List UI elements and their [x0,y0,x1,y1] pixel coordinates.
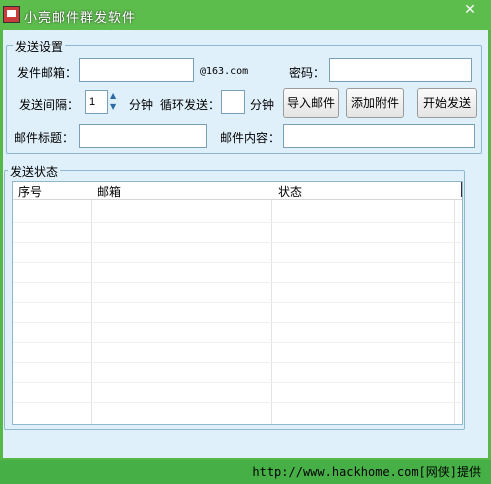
spin-down-icon[interactable]: ▼ [110,102,116,111]
column-header-status[interactable]: 状态 [278,183,302,200]
add-attachment-button[interactable]: 添加附件 [346,88,404,118]
send-settings-group: 发送设置 发件邮箱： @163.com 密码： 发送间隔： ▲ ▼ 分钟 循环发… [6,38,482,154]
app-icon [3,6,20,23]
footer-bar: http://www.hackhome.com[网侠]提供 [0,460,491,484]
table-row [13,262,462,263]
spin-up-icon[interactable]: ▲ [110,91,116,100]
loop-label: 循环发送： [160,98,221,112]
loop-input[interactable] [221,90,245,114]
content-input[interactable] [283,124,475,148]
column-header-index[interactable]: 序号 [18,183,42,200]
sender-label: 发件邮箱： [17,66,78,80]
column-header-email[interactable]: 邮箱 [97,183,121,200]
column-divider [91,182,92,424]
client-area: 发送设置 发件邮箱： @163.com 密码： 发送间隔： ▲ ▼ 分钟 循环发… [3,30,488,458]
table-row [13,402,462,403]
password-label: 密码： [289,66,326,80]
password-input[interactable] [329,58,472,82]
table-row [13,342,462,343]
column-divider [271,182,272,424]
loop-unit: 分钟 [250,98,275,112]
table-row [13,382,462,383]
app-window: 小亮邮件群发软件 ✕ 发送设置 发件邮箱： @163.com 密码： 发送间隔：… [0,0,491,460]
table-row [13,222,462,223]
footer-text: http://www.hackhome.com[网侠]提供 [252,465,481,479]
title-bar[interactable]: 小亮邮件群发软件 ✕ [0,0,491,30]
content-label: 邮件内容： [220,131,281,145]
interval-label: 发送间隔： [19,98,80,112]
send-settings-title: 发送设置 [13,38,66,55]
subject-label: 邮件标题： [14,131,75,145]
interval-unit: 分钟 [129,98,154,112]
close-icon[interactable]: ✕ [452,0,488,20]
interval-input[interactable] [85,90,108,114]
interval-spinner[interactable]: ▲ ▼ [109,91,123,113]
table-row [13,302,462,303]
table-header: 序号 邮箱 状态 [13,182,462,200]
import-emails-button[interactable]: 导入邮件 [283,88,339,118]
table-row [13,242,462,243]
status-table[interactable]: 序号 邮箱 状态 [12,181,463,425]
subject-input[interactable] [79,124,207,148]
sender-email-input[interactable] [79,58,194,82]
table-row [13,282,462,283]
header-end-marker [461,182,462,197]
table-row [13,362,462,363]
send-status-title: 发送状态 [8,163,61,180]
window-title: 小亮邮件群发软件 [24,11,137,26]
table-row [13,322,462,323]
column-divider [454,182,455,424]
start-sending-button[interactable]: 开始发送 [417,88,477,118]
domain-suffix: @163.com [200,66,249,77]
